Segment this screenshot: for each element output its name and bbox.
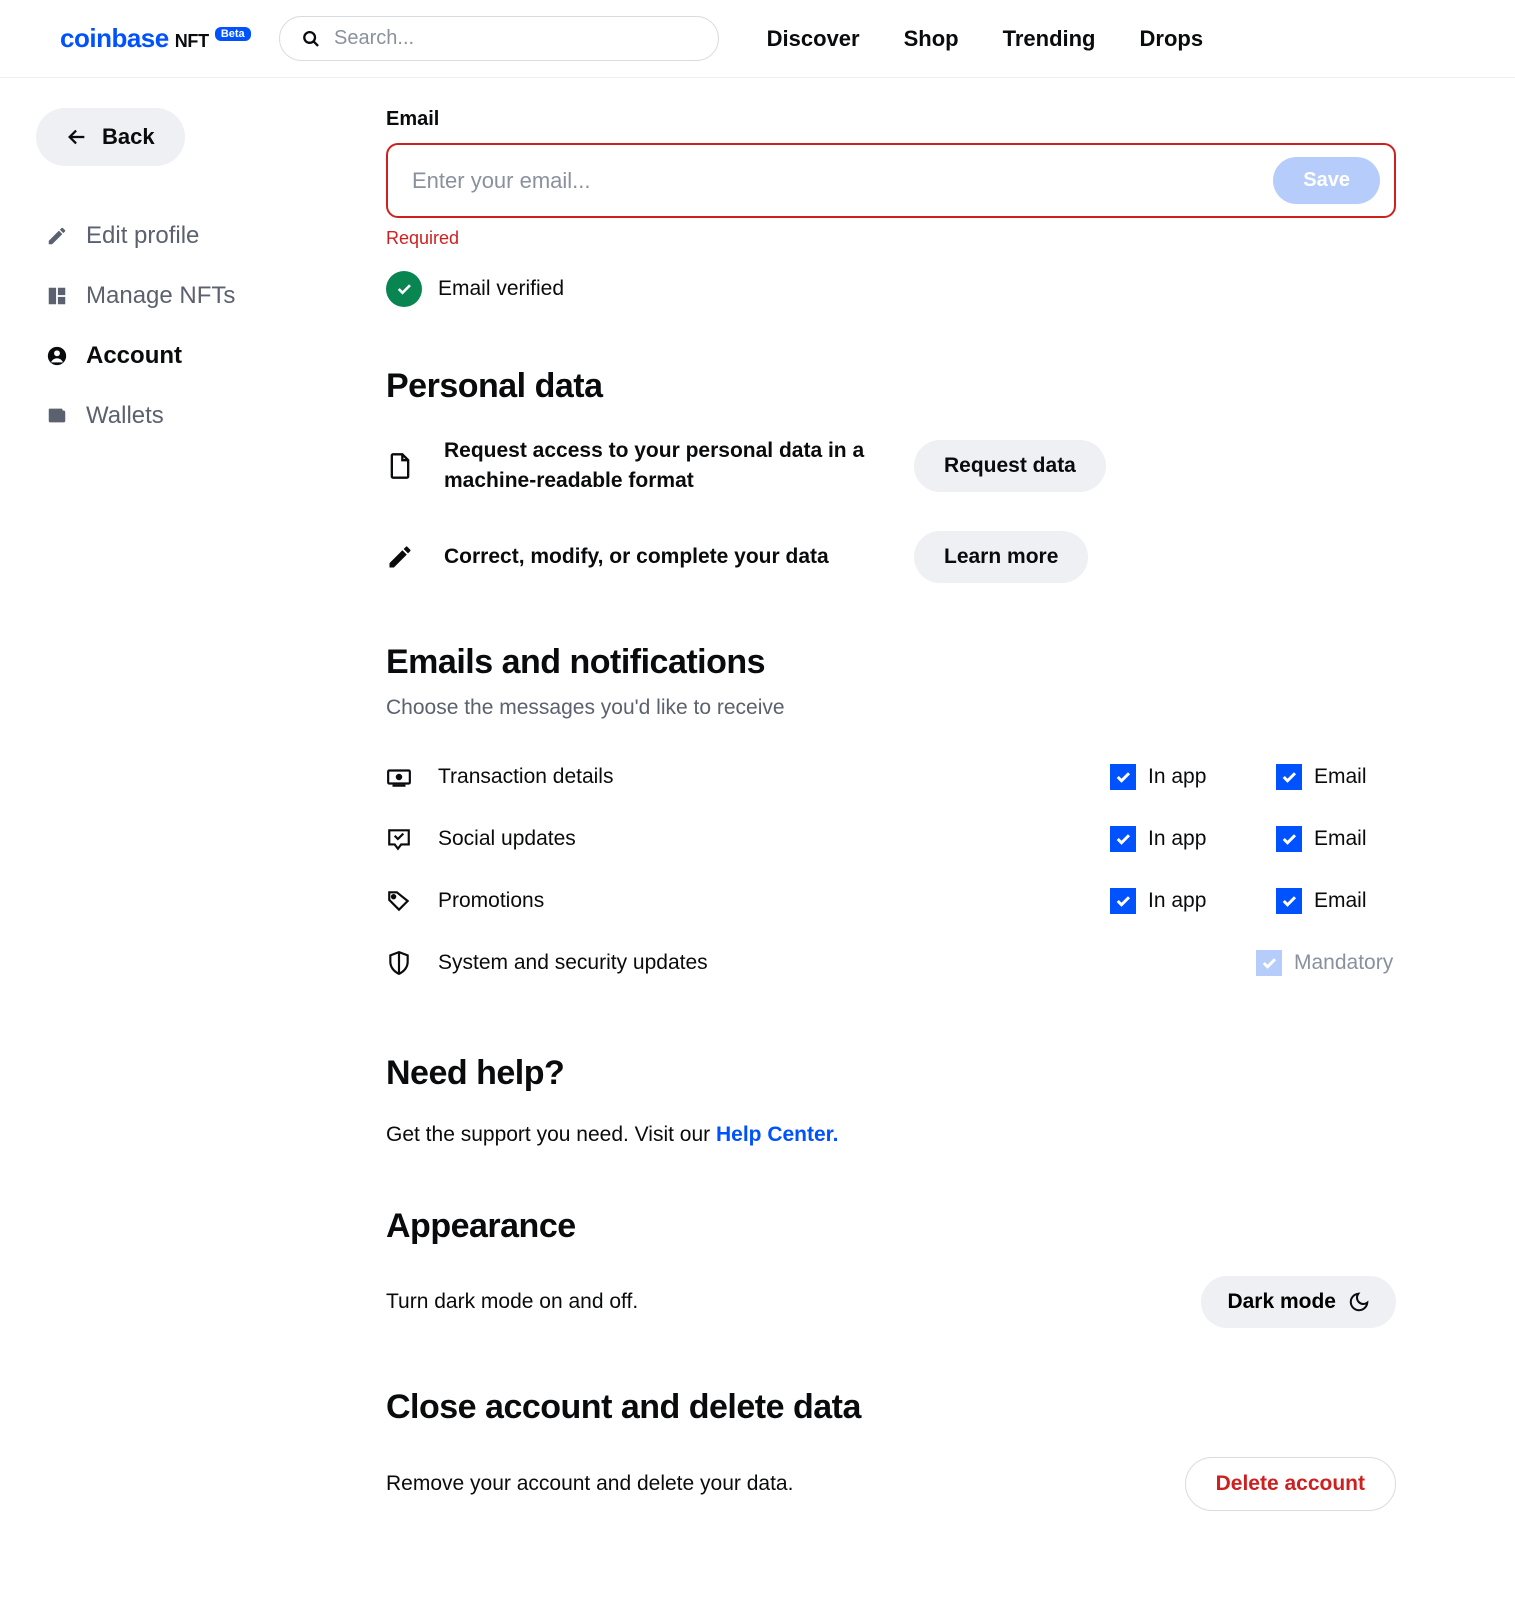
appearance-row: Turn dark mode on and off. Dark mode	[386, 1276, 1396, 1328]
back-label: Back	[102, 124, 155, 150]
check-circle-icon	[386, 271, 422, 307]
logo[interactable]: coinbase NFT Beta	[60, 23, 251, 54]
moon-icon	[1348, 1291, 1370, 1313]
close-account-text: Remove your account and delete your data…	[386, 1472, 793, 1496]
email-verified-text: Email verified	[438, 277, 564, 301]
sidebar-item-account[interactable]: Account	[36, 326, 326, 386]
email-input-box: Save	[386, 143, 1396, 218]
account-icon	[46, 345, 68, 367]
notifications-title: Emails and notifications	[386, 643, 1396, 682]
notifications-subtitle: Choose the messages you'd like to receiv…	[386, 696, 1396, 720]
back-button[interactable]: Back	[36, 108, 185, 166]
email-verified-row: Email verified	[386, 271, 1396, 307]
notification-row-transaction: Transaction details In app Email	[386, 746, 1396, 808]
email-label: Email	[386, 108, 1396, 131]
checkbox-label: Email	[1314, 889, 1367, 913]
checkbox-email[interactable]	[1276, 888, 1302, 914]
notification-label: System and security updates	[438, 951, 1230, 975]
checkbox-label: In app	[1148, 889, 1206, 913]
arrow-left-icon	[66, 126, 88, 148]
sidebar-item-label: Wallets	[86, 402, 164, 430]
search-box[interactable]	[279, 16, 719, 61]
appearance-text: Turn dark mode on and off.	[386, 1290, 638, 1314]
checkbox-group-mandatory: Mandatory	[1256, 950, 1396, 976]
email-input[interactable]	[412, 168, 1261, 194]
checkbox-email[interactable]	[1276, 764, 1302, 790]
personal-data-row-request: Request access to your personal data in …	[386, 436, 1396, 497]
edit-icon	[386, 543, 414, 571]
nav-links: Discover Shop Trending Drops	[767, 26, 1203, 52]
notification-label: Promotions	[438, 889, 1084, 913]
shield-icon	[386, 950, 412, 976]
checkbox-label: Email	[1314, 765, 1367, 789]
help-text-prefix: Get the support you need. Visit our	[386, 1123, 716, 1146]
checkbox-label: Email	[1314, 827, 1367, 851]
notification-label: Transaction details	[438, 765, 1084, 789]
checkbox-group-inapp: In app	[1110, 826, 1250, 852]
search-icon	[302, 29, 320, 49]
personal-data-modify-text: Correct, modify, or complete your data	[444, 542, 884, 572]
appearance-title: Appearance	[386, 1207, 1396, 1246]
nav-shop[interactable]: Shop	[904, 26, 959, 52]
checkbox-group-inapp: In app	[1110, 764, 1250, 790]
checkbox-group-email: Email	[1276, 888, 1396, 914]
dark-mode-label: Dark mode	[1227, 1290, 1336, 1314]
nav-drops[interactable]: Drops	[1140, 26, 1204, 52]
sidebar-item-edit-profile[interactable]: Edit profile	[36, 206, 326, 266]
sidebar-item-label: Edit profile	[86, 222, 199, 250]
sidebar-item-manage-nfts[interactable]: Manage NFTs	[36, 266, 326, 326]
wallet-icon	[46, 405, 68, 427]
checkbox-group-email: Email	[1276, 826, 1396, 852]
notification-row-security: System and security updates Mandatory	[386, 932, 1396, 994]
transaction-icon	[386, 764, 412, 790]
delete-account-button[interactable]: Delete account	[1185, 1457, 1396, 1511]
personal-data-request-text: Request access to your personal data in …	[444, 436, 884, 497]
sidebar-item-label: Manage NFTs	[86, 282, 235, 310]
personal-data-row-modify: Correct, modify, or complete your data L…	[386, 531, 1396, 583]
nav-discover[interactable]: Discover	[767, 26, 860, 52]
close-account-row: Remove your account and delete your data…	[386, 1457, 1396, 1511]
main-content: Email Save Required Email verified Perso…	[386, 108, 1396, 1511]
pencil-icon	[46, 225, 68, 247]
grid-icon	[46, 285, 68, 307]
notification-row-social: Social updates In app Email	[386, 808, 1396, 870]
checkbox-label: Mandatory	[1294, 951, 1393, 975]
sidebar-item-wallets[interactable]: Wallets	[36, 386, 326, 446]
help-text: Get the support you need. Visit our Help…	[386, 1123, 1396, 1147]
nav-trending[interactable]: Trending	[1003, 26, 1096, 52]
beta-badge: Beta	[215, 27, 251, 41]
checkbox-group-email: Email	[1276, 764, 1396, 790]
sidebar: Back Edit profile Manage NFTs Account Wa…	[36, 108, 326, 1511]
header: coinbase NFT Beta Discover Shop Trending…	[0, 0, 1515, 78]
checkbox-email[interactable]	[1276, 826, 1302, 852]
checkbox-inapp[interactable]	[1110, 764, 1136, 790]
personal-data-title: Personal data	[386, 367, 1396, 406]
close-account-title: Close account and delete data	[386, 1388, 1396, 1427]
logo-nft: NFT	[175, 31, 209, 52]
help-center-link[interactable]: Help Center.	[716, 1123, 839, 1146]
checkbox-label: In app	[1148, 827, 1206, 851]
checkbox-inapp[interactable]	[1110, 888, 1136, 914]
tag-icon	[386, 888, 412, 914]
learn-more-button[interactable]: Learn more	[914, 531, 1088, 583]
notification-label: Social updates	[438, 827, 1084, 851]
document-icon	[386, 452, 414, 480]
checkbox-group-inapp: In app	[1110, 888, 1250, 914]
save-button[interactable]: Save	[1273, 157, 1380, 204]
search-input[interactable]	[334, 27, 696, 50]
sidebar-item-label: Account	[86, 342, 182, 370]
email-error: Required	[386, 228, 1396, 249]
help-title: Need help?	[386, 1054, 1396, 1093]
notification-row-promotions: Promotions In app Email	[386, 870, 1396, 932]
checkbox-mandatory	[1256, 950, 1282, 976]
request-data-button[interactable]: Request data	[914, 440, 1106, 492]
logo-main: coinbase	[60, 23, 169, 54]
checkbox-label: In app	[1148, 765, 1206, 789]
chat-icon	[386, 826, 412, 852]
checkbox-inapp[interactable]	[1110, 826, 1136, 852]
dark-mode-button[interactable]: Dark mode	[1201, 1276, 1396, 1328]
